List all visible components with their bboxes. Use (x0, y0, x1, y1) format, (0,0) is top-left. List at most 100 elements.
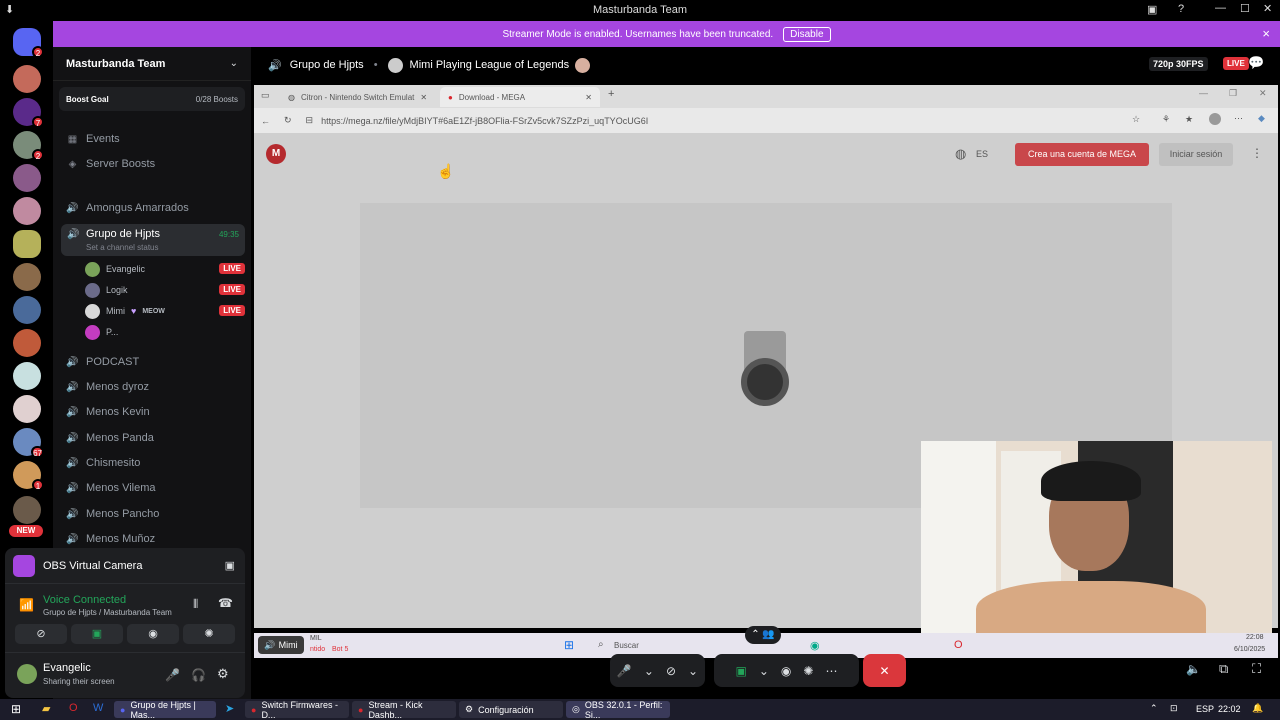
copilot-icon[interactable]: ◆ (1258, 113, 1265, 124)
maximize-button[interactable]: ☐ (1240, 2, 1250, 15)
voice-channel[interactable]: 🔊 Amongus Amarrados (66, 197, 245, 219)
participants-toggle[interactable]: ⌃ 👥 (745, 626, 781, 644)
more-icon[interactable]: ⋯ (1234, 113, 1243, 124)
server-header[interactable]: Masturbanda Team ⌄ (53, 47, 251, 81)
voice-user[interactable]: Mimi ♥ MEOW LIVE (85, 301, 245, 321)
headphones-icon[interactable]: 🎧 (191, 668, 206, 682)
opera-icon[interactable]: O (69, 702, 78, 714)
favorites-icon[interactable]: ★ (1185, 114, 1193, 125)
chevron-down-icon[interactable]: ⌄ (644, 664, 654, 678)
address-bar[interactable]: https://mega.nz/file/yMdjBIYT#6aE1Zf-jB8… (321, 116, 648, 126)
close-icon[interactable]: ✕ (1259, 88, 1267, 99)
server-icon[interactable]: 67 (13, 428, 44, 458)
telegram-icon[interactable]: ➤ (225, 702, 234, 715)
gamepad-icon[interactable]: ◉ (781, 664, 791, 678)
soundboard-button[interactable]: ✺ (183, 624, 235, 644)
server-icon[interactable] (13, 496, 41, 524)
more-icon[interactable]: ⋯ (825, 664, 837, 678)
volume-icon[interactable]: 🔈 (1186, 662, 1201, 676)
network-icon[interactable]: ⊡ (1170, 703, 1178, 714)
server-icon[interactable] (13, 296, 41, 324)
avatar[interactable] (17, 664, 37, 684)
taskbar-item[interactable]: ● Stream - Kick Dashb... (352, 700, 456, 720)
close-tab-icon[interactable]: ✕ (585, 93, 592, 102)
chat-icon[interactable]: 💬 (1248, 55, 1264, 71)
chevron-down-icon[interactable]: ⌄ (688, 664, 698, 678)
reload-icon[interactable]: ↻ (284, 115, 292, 126)
close-tab-icon[interactable]: ✕ (420, 93, 427, 102)
extension-icon[interactable]: ⚘ (1162, 114, 1170, 125)
voice-channel[interactable]: 🔊 Menos Muñoz (66, 528, 245, 550)
server-icon[interactable] (13, 263, 41, 291)
soundboard-icon[interactable]: ✺ (803, 664, 813, 678)
create-account-button[interactable]: Crea una cuenta de MEGA (1015, 143, 1149, 166)
chevron-down-icon[interactable]: ⌄ (759, 664, 769, 678)
sidebar-item-events[interactable]: ▦ Events (67, 128, 245, 150)
star-icon[interactable]: ☆ (1132, 114, 1140, 125)
camera-off-button[interactable]: ⊘ (15, 624, 67, 644)
server-icon[interactable] (13, 395, 41, 423)
voice-channel[interactable]: 🔊 Menos Vilema (66, 477, 245, 499)
server-icon[interactable]: 2 (13, 131, 44, 161)
close-banner-icon[interactable]: × (1262, 26, 1270, 41)
voice-channel[interactable]: 🔊 Menos Kevin (66, 401, 245, 423)
globe-icon[interactable]: ◍ (955, 146, 966, 162)
taskbar-item[interactable]: ● Switch Firmwares - D... (245, 700, 349, 720)
browser-tab-active[interactable]: ● Download - MEGA ✕ (440, 87, 600, 107)
voice-channel[interactable]: 🔊 PODCAST (66, 351, 245, 373)
direct-messages-icon[interactable]: 2 (13, 28, 44, 58)
notifications-icon[interactable]: 🔔 (1252, 703, 1263, 714)
mega-logo[interactable]: M (266, 144, 286, 164)
disconnect-icon[interactable]: ☎ (218, 596, 233, 610)
tab-actions-icon[interactable]: ▭ (261, 90, 270, 101)
server-icon[interactable] (13, 230, 41, 258)
boost-goal[interactable]: Boost Goal 0/28 Boosts (59, 87, 245, 111)
server-icon[interactable] (13, 164, 41, 192)
channel-status[interactable]: Set a channel status (86, 243, 159, 252)
file-explorer-icon[interactable]: ▰ (42, 702, 50, 715)
server-icon[interactable]: 7 (13, 98, 44, 128)
taskbar-item[interactable]: ● Grupo de Hjpts | Mas... (114, 700, 216, 720)
menu-icon[interactable]: ⋮ (1251, 146, 1263, 160)
taskbar-item[interactable]: ⚙ Configuración (459, 701, 563, 718)
voice-user[interactable]: P... (85, 322, 245, 342)
close-button[interactable]: ✕ (1263, 2, 1272, 15)
sidebar-item-server-boosts[interactable]: ◈ Server Boosts (67, 153, 245, 175)
voice-connected[interactable]: 📶 Voice Connected Grupo de Hjpts / Mastu… (15, 592, 245, 622)
new-tab-icon[interactable]: + (608, 88, 614, 100)
restore-icon[interactable]: ❐ (1229, 88, 1237, 99)
activity-button[interactable]: ◉ (127, 624, 179, 644)
camera-off-icon[interactable]: ⊘ (666, 664, 676, 678)
disable-streamer-mode-button[interactable]: Disable (783, 26, 831, 42)
site-info-icon[interactable]: ⊟ (306, 115, 314, 126)
gear-icon[interactable]: ⚙ (217, 666, 229, 682)
server-icon[interactable] (13, 65, 41, 93)
inbox-icon[interactable]: ▣ (1147, 3, 1157, 16)
word-icon[interactable]: W (93, 702, 103, 714)
help-icon[interactable]: ? (1178, 3, 1184, 15)
voice-user[interactable]: Logik LIVE (85, 280, 245, 300)
screen-icon[interactable]: ▣ (225, 559, 235, 572)
minimize-button[interactable]: — (1215, 2, 1226, 14)
browser-tab[interactable]: ◍ Citron - Nintendo Switch Emulat ✕ (280, 87, 440, 107)
popout-icon[interactable]: ⧉ (1219, 661, 1228, 677)
server-icon[interactable] (13, 197, 41, 225)
login-button[interactable]: Iniciar sesión (1159, 143, 1233, 166)
voice-channel[interactable]: 🔊 Menos dyroz (66, 376, 245, 398)
fullscreen-icon[interactable]: ⛶ (1252, 661, 1261, 677)
obs-virtual-camera[interactable]: OBS Virtual Camera ▣ (5, 548, 245, 584)
active-voice-channel[interactable]: 🔊 Grupo de Hjpts 49:35 Set a channel sta… (61, 224, 245, 256)
minimize-icon[interactable]: — (1199, 88, 1208, 98)
language-selector[interactable]: ES (976, 149, 988, 159)
disconnect-call-button[interactable]: ✕ (863, 654, 906, 687)
voice-user[interactable]: Evangelic LIVE (85, 259, 245, 279)
voice-channel[interactable]: 🔊 Menos Panda (66, 427, 245, 449)
back-icon[interactable]: ← (261, 116, 270, 126)
server-icon[interactable] (13, 329, 41, 357)
screen-share-button[interactable]: ▣ (71, 624, 123, 644)
voice-channel[interactable]: 🔊 Menos Pancho (66, 503, 245, 525)
start-icon[interactable]: ⊞ (11, 702, 21, 716)
server-icon[interactable]: 1 (13, 461, 44, 491)
taskbar-item[interactable]: ◎ OBS 32.0.1 - Perfil: Si... (566, 700, 670, 720)
clock[interactable]: 22:02 (1218, 704, 1241, 714)
